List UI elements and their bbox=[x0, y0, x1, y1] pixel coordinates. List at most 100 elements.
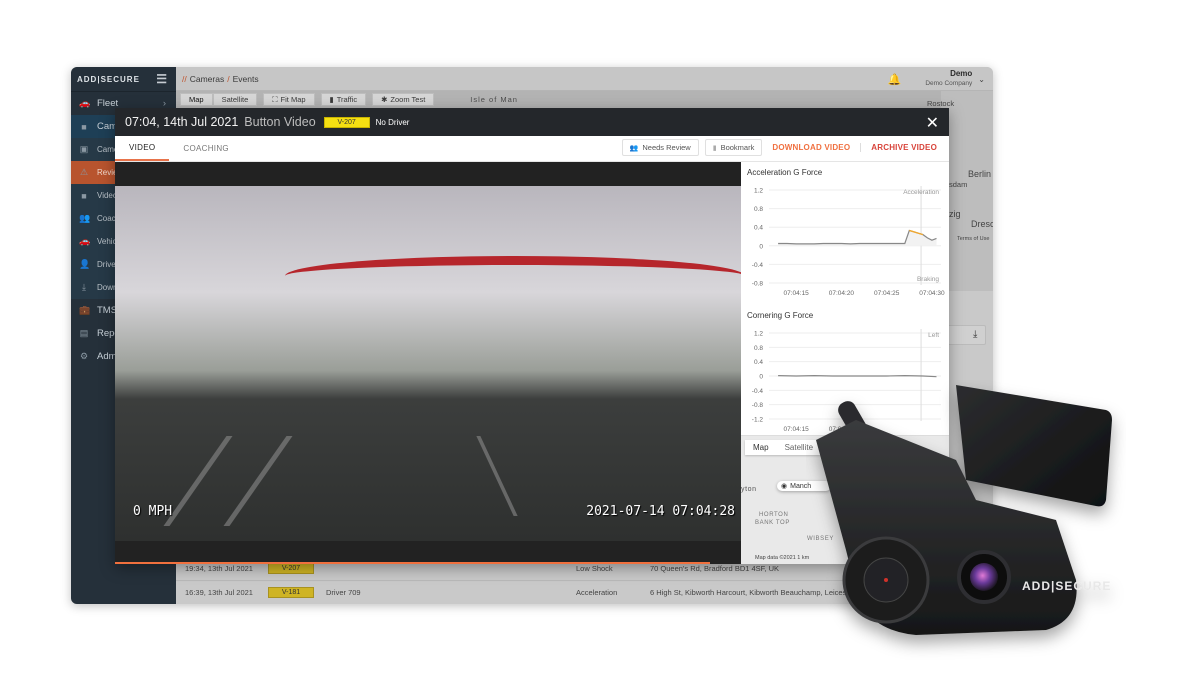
bookmark-label: Bookmark bbox=[720, 143, 755, 152]
video-scene-road-mark bbox=[476, 436, 518, 516]
event-driver: Driver 709 bbox=[326, 587, 361, 597]
y-tick-label: 1.2 bbox=[754, 331, 763, 338]
y-tick-label: 0.4 bbox=[754, 225, 763, 232]
breadcrumb-cameras[interactable]: Cameras bbox=[190, 74, 224, 84]
speed-overlay: 0 MPH bbox=[133, 504, 173, 519]
event-time: 07:04, 14th Jul 2021 bbox=[125, 115, 239, 129]
map-label: Berlin bbox=[968, 169, 992, 179]
archive-video-link[interactable]: ARCHIVE VIDEO bbox=[871, 143, 937, 152]
traffic-button[interactable]: ▮ Traffic bbox=[320, 93, 367, 106]
camera-lens bbox=[970, 563, 998, 591]
y-tick-label: -0.8 bbox=[752, 402, 764, 409]
breadcrumb-events: Events bbox=[232, 73, 259, 84]
video-scene-road-mark bbox=[163, 436, 233, 526]
annotation-top: Left bbox=[928, 332, 939, 339]
map-label: Rostock bbox=[927, 99, 955, 108]
minimap-map-tab[interactable]: Map bbox=[745, 440, 777, 455]
car-icon: 🚗 bbox=[79, 98, 91, 108]
camera-brand-logo: ADD|SECURE bbox=[1022, 579, 1111, 593]
user-name: Demo bbox=[950, 69, 973, 78]
user-menu[interactable]: 🔔 Demo Demo Company ⌄ bbox=[888, 69, 985, 89]
y-tick-label: 1.2 bbox=[754, 188, 763, 195]
video-player[interactable]: 0 MPH 2021-07-14 07:04:28 bbox=[115, 162, 741, 564]
x-tick-label: 07:04:20 bbox=[829, 290, 855, 297]
acceleration-chart: Acceleration G Force 1.2 0.8 0.4 0 -0.4 -0.8 0… bbox=[741, 168, 949, 305]
video-frame[interactable]: 0 MPH 2021-07-14 07:04:28 bbox=[115, 186, 741, 541]
map-label: sdam bbox=[949, 180, 968, 189]
y-tick-label: -0.4 bbox=[752, 388, 764, 395]
download-icon: ⤓ bbox=[82, 282, 86, 292]
vehicle-badge: V-207 bbox=[323, 116, 370, 128]
zoom-test-label: Zoom Test bbox=[390, 95, 426, 104]
modal-tabs: VIDEO COACHING 👥 Needs Review ▮ Bookmark D… bbox=[115, 136, 949, 162]
traffic-label: Traffic bbox=[336, 95, 358, 104]
map-label: BANK TOP bbox=[755, 520, 790, 526]
y-tick-label: 0.8 bbox=[754, 345, 763, 352]
annotation-top: Acceleration bbox=[903, 189, 939, 196]
collapse-menu-icon[interactable]: ☰ bbox=[156, 72, 168, 86]
y-tick-label: -1.2 bbox=[752, 417, 764, 424]
map-terms-link[interactable]: Terms of Use bbox=[957, 236, 989, 242]
needs-review-label: Needs Review bbox=[642, 143, 691, 152]
needs-review-button[interactable]: 👥 Needs Review bbox=[621, 139, 699, 156]
map-label: Dresc bbox=[971, 219, 993, 229]
chart-title: Acceleration G Force bbox=[747, 168, 823, 177]
y-tick-label: 0 bbox=[759, 374, 763, 381]
video-progress-bar[interactable] bbox=[115, 562, 710, 564]
map-label: yton bbox=[741, 486, 757, 493]
tab-video[interactable]: VIDEO bbox=[115, 136, 170, 161]
dash-camera-product-image: ADD|SECURE bbox=[816, 385, 1112, 635]
map-label: HORTON bbox=[759, 512, 789, 518]
map-label-isle-of-man: Isle of Man bbox=[470, 95, 518, 104]
modal-header: 07:04, 14th Jul 2021 Button Video V-207 … bbox=[115, 108, 949, 136]
event-location: 70 Queen's Rd, Bradford BD1 4SF, UK bbox=[650, 563, 779, 573]
map-attribution: Map data ©2021 1 km bbox=[755, 555, 810, 561]
download-video-link[interactable]: DOWNLOAD VIDEO bbox=[772, 143, 850, 152]
breadcrumb-separator: / bbox=[227, 73, 230, 84]
x-tick-label: 07:04:25 bbox=[874, 290, 900, 297]
tab-coaching[interactable]: COACHING bbox=[169, 136, 243, 161]
fit-map-button[interactable]: ⛶ Fit Map bbox=[263, 93, 315, 106]
map-label: zig bbox=[949, 209, 961, 219]
image-icon: ▣ bbox=[79, 144, 89, 154]
users-icon: 👥 bbox=[79, 213, 91, 223]
bug-icon: ✱ bbox=[381, 95, 388, 104]
bell-icon[interactable]: 🔔 bbox=[888, 73, 902, 86]
timestamp-overlay: 2021-07-14 07:04:28 bbox=[586, 504, 735, 519]
driver-name: No Driver bbox=[375, 117, 410, 127]
person-icon: 👤 bbox=[79, 259, 91, 269]
bookmark-icon: ▮ bbox=[712, 144, 717, 152]
gear-icon: ⚙ bbox=[79, 351, 89, 361]
user-company: Demo Company bbox=[925, 80, 973, 87]
x-tick-label: 07:04:30 bbox=[919, 290, 945, 297]
video-scene-road-mark bbox=[223, 436, 293, 526]
camera-icon: ■ bbox=[81, 121, 87, 132]
camera-icon: ◉ bbox=[781, 483, 788, 490]
download-icon[interactable]: ⤓ bbox=[973, 329, 977, 340]
y-tick-label: 0.8 bbox=[754, 206, 763, 213]
chevron-down-icon[interactable]: ⌄ bbox=[978, 75, 985, 84]
event-time: 16:39, 13th Jul 2021 bbox=[185, 587, 253, 597]
logo-text: ADD|SECURE bbox=[77, 74, 140, 84]
y-tick-label: -0.8 bbox=[752, 281, 764, 288]
annotation-bottom: Braking bbox=[917, 276, 939, 283]
camera-mount-plate bbox=[956, 385, 1112, 507]
zoom-test-button[interactable]: ✱ Zoom Test bbox=[372, 93, 435, 106]
topbar: // Cameras / Events 🔔 Demo Demo Company … bbox=[176, 67, 993, 91]
event-type: Acceleration bbox=[576, 587, 618, 597]
map-view-button[interactable]: Map bbox=[180, 93, 213, 106]
satellite-view-button[interactable]: Satellite bbox=[212, 93, 258, 106]
close-icon[interactable]: ✕ bbox=[926, 113, 939, 133]
breadcrumb-separator: // bbox=[182, 73, 187, 84]
video-scene-bridge bbox=[285, 256, 741, 296]
series-line bbox=[778, 374, 937, 378]
bookmark-button[interactable]: ▮ Bookmark bbox=[704, 139, 763, 156]
y-tick-label: 0.4 bbox=[754, 359, 763, 366]
x-tick-label: 07:04:15 bbox=[784, 290, 810, 297]
users-icon: 👥 bbox=[629, 144, 639, 152]
y-tick-label: -0.4 bbox=[752, 262, 764, 269]
briefcase-icon: 💼 bbox=[79, 305, 91, 315]
report-icon: ▤ bbox=[79, 328, 89, 338]
map-toolbar: Map Satellite ⛶ Fit Map ▮ Traffic ✱ Zoom Te… bbox=[176, 91, 993, 108]
event-time: 19:34, 13th Jul 2021 bbox=[185, 563, 253, 573]
